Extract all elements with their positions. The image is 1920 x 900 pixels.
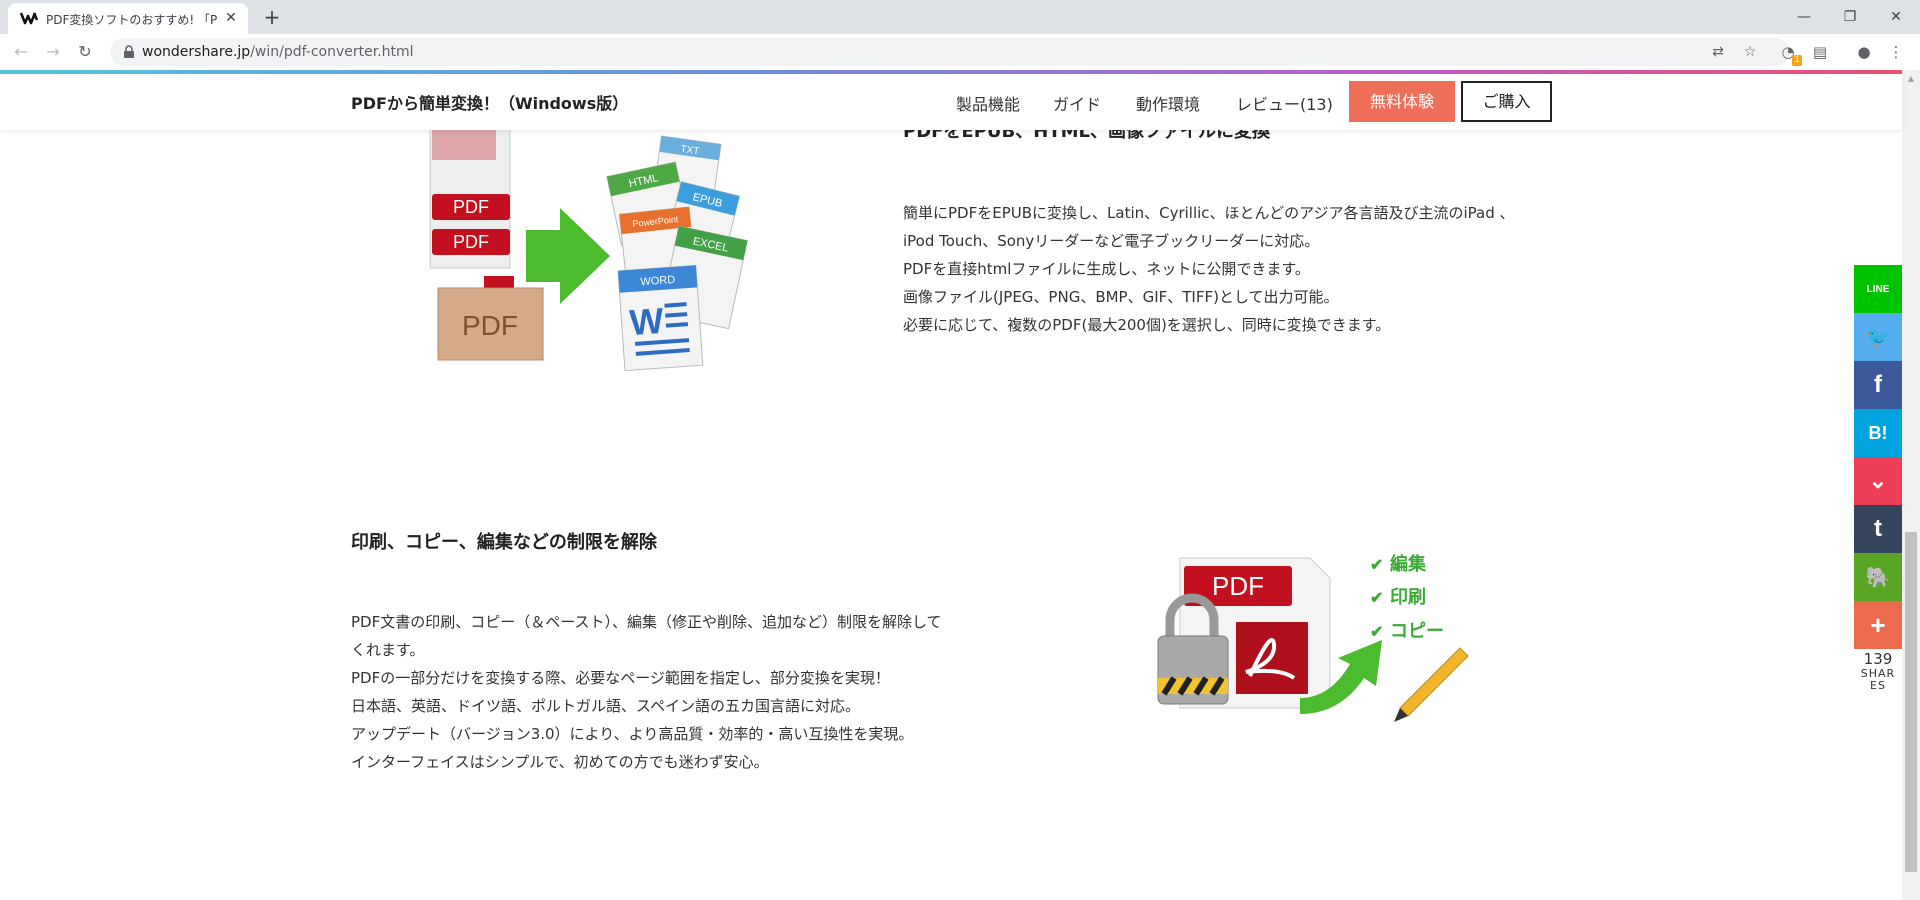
wondershare-favicon-icon <box>20 12 39 25</box>
browser-tab-strip: PDF変換ソフトのおすすめ! 「P ✕ + — ❐ ✕ <box>0 0 1920 34</box>
pdf-unlock-illustration: PDF ✔ 編集 ✔ 印刷 ✔ コピー <box>1157 553 1469 722</box>
share-line-button[interactable]: LINE <box>1854 265 1902 313</box>
extension-badge: 1 <box>1792 55 1802 66</box>
share-hatena-button[interactable]: B! <box>1854 409 1902 457</box>
restore-icon[interactable]: ❐ <box>1828 4 1872 30</box>
new-tab-icon[interactable]: + <box>260 6 284 28</box>
free-trial-button[interactable]: 無料体験 <box>1349 81 1455 122</box>
account-icon[interactable]: ● <box>1852 40 1876 64</box>
lock-icon <box>124 45 134 58</box>
section2-line: PDF文書の印刷、コピー（＆ペースト）、編集（修正や削除、追加など）制限を解除し… <box>351 613 942 631</box>
share-label: SHARES <box>1860 667 1896 692</box>
share-twitter-button[interactable]: 🐦 <box>1854 313 1902 361</box>
close-window-icon[interactable]: ✕ <box>1874 4 1918 30</box>
pdf-tag-1: PDF <box>453 197 489 217</box>
buy-button[interactable]: ご購入 <box>1461 81 1552 122</box>
svg-text:✔: ✔ <box>1370 624 1383 641</box>
site-header: PDFから簡単変換！（Windows版） 製品機能 ガイド 動作環境 レビュー(… <box>0 74 1902 130</box>
evernote-icon: 🐘 <box>1854 553 1902 601</box>
pocket-icon: ⌄ <box>1854 457 1902 505</box>
section-heading-unlock: 印刷、コピー、編集などの制限を解除 <box>351 532 657 553</box>
translate-icon[interactable]: ⇄ <box>1708 42 1728 62</box>
svg-text:W: W <box>628 300 665 343</box>
section1-line: 簡単にPDFをEPUBに変換し、Latin、Cyrillic、ほとんどのアジア各… <box>903 204 1515 222</box>
share-count: 139 <box>1863 650 1893 668</box>
url-host: wondershare.jp <box>142 44 251 60</box>
menu-kebab-icon[interactable]: ⋮ <box>1884 40 1908 64</box>
nav-requirements[interactable]: 動作環境 <box>1136 91 1200 115</box>
scrollbar-thumb[interactable] <box>1905 532 1917 872</box>
minimize-icon[interactable]: — <box>1782 4 1826 30</box>
check-edit: 編集 <box>1390 553 1427 575</box>
section2-description: PDF文書の印刷、コピー（＆ペースト）、編集（修正や削除、追加など）制限を解除し… <box>351 608 942 776</box>
check-print: 印刷 <box>1390 587 1426 608</box>
section1-description: 簡単にPDFをEPUBに変換し、Latin、Cyrillic、ほとんどのアジア各… <box>903 199 1515 339</box>
page-scrollbar[interactable]: ▲ <box>1902 70 1920 900</box>
twitter-icon: 🐦 <box>1854 313 1902 361</box>
section2-line: 日本語、英語、ドイツ語、ポルトガル語、スペイン語の五カ国言語に対応。 <box>351 697 860 715</box>
product-title: PDFから簡単変換！（Windows版） <box>351 94 629 113</box>
share-facebook-button[interactable]: f <box>1854 361 1902 409</box>
bookmark-star-icon[interactable]: ☆ <box>1740 42 1760 62</box>
section2-line: PDFの一部分だけを変換する際、必要なページ範囲を指定し、部分変換を実現！ <box>351 669 890 687</box>
plus-icon: + <box>1854 601 1902 649</box>
section2-line: インターフェイスはシンプルで、初めての方でも迷わず安心。 <box>351 753 769 771</box>
url-text: wondershare.jp/win/pdf-converter.html <box>142 44 414 60</box>
check-copy: コピー <box>1390 621 1444 642</box>
section1-line: 画像ファイル(JPEG、PNG、BMP、GIF、TIFF)として出力可能。 <box>903 288 1339 306</box>
tab-close-icon[interactable]: ✕ <box>222 9 240 27</box>
section1-line: PDFを直接htmlファイルに生成し、ネットに公開できます。 <box>903 260 1310 278</box>
facebook-icon: f <box>1854 361 1902 409</box>
scroll-up-arrow-icon[interactable]: ▲ <box>1902 70 1920 87</box>
pdf-box-label: PDF <box>462 310 518 341</box>
url-path: /win/pdf-converter.html <box>250 44 414 60</box>
format-word: WORD <box>640 274 676 288</box>
extension-icon[interactable]: ◔ 1 <box>1776 40 1802 66</box>
section1-line: 必要に応じて、複数のPDF(最大200個)を選択し、同時に変換できます。 <box>903 316 1391 334</box>
svg-text:✔: ✔ <box>1370 590 1383 607</box>
hatena-bookmark-icon: B! <box>1854 409 1902 457</box>
tab-title: PDF変換ソフトのおすすめ! 「P <box>46 13 218 27</box>
pdf-tag-2: PDF <box>453 232 489 252</box>
forward-icon[interactable]: → <box>42 41 64 63</box>
back-icon[interactable]: ← <box>10 41 32 63</box>
nav-guide[interactable]: ガイド <box>1053 91 1101 115</box>
address-bar[interactable]: wondershare.jp/win/pdf-converter.html ⇄ … <box>110 38 1790 66</box>
section1-line: iPod Touch、Sonyリーダーなど電子ブックリーダーに対応。 <box>903 232 1320 250</box>
reload-icon[interactable]: ↻ <box>74 41 96 63</box>
line-icon: LINE <box>1854 265 1902 313</box>
pdf-convert-illustration: PDF PDF PDF TXT HTML EPUB PowerPoint EXC… <box>429 128 748 372</box>
svg-text:✔: ✔ <box>1370 557 1383 574</box>
share-tumblr-button[interactable]: t <box>1854 505 1902 553</box>
browser-toolbar: ← → ↻ wondershare.jp/win/pdf-converter.h… <box>0 34 1920 70</box>
section2-line: くれます。 <box>351 641 425 659</box>
share-more-button[interactable]: + <box>1854 601 1902 649</box>
share-pocket-button[interactable]: ⌄ <box>1854 457 1902 505</box>
nav-reviews[interactable]: レビュー(13) <box>1236 91 1333 115</box>
pdf-tag-unlock: PDF <box>1212 571 1264 601</box>
share-evernote-button[interactable]: 🐘 <box>1854 553 1902 601</box>
browser-tab[interactable]: PDF変換ソフトのおすすめ! 「P ✕ <box>8 3 248 34</box>
section2-line: アップデート（バージョン3.0）により、より高品質・効率的・高い互換性を実現。 <box>351 725 914 743</box>
tumblr-icon: t <box>1854 505 1902 553</box>
nav-features[interactable]: 製品機能 <box>956 91 1020 115</box>
pdf-extension-icon[interactable]: ▤ <box>1808 40 1832 64</box>
